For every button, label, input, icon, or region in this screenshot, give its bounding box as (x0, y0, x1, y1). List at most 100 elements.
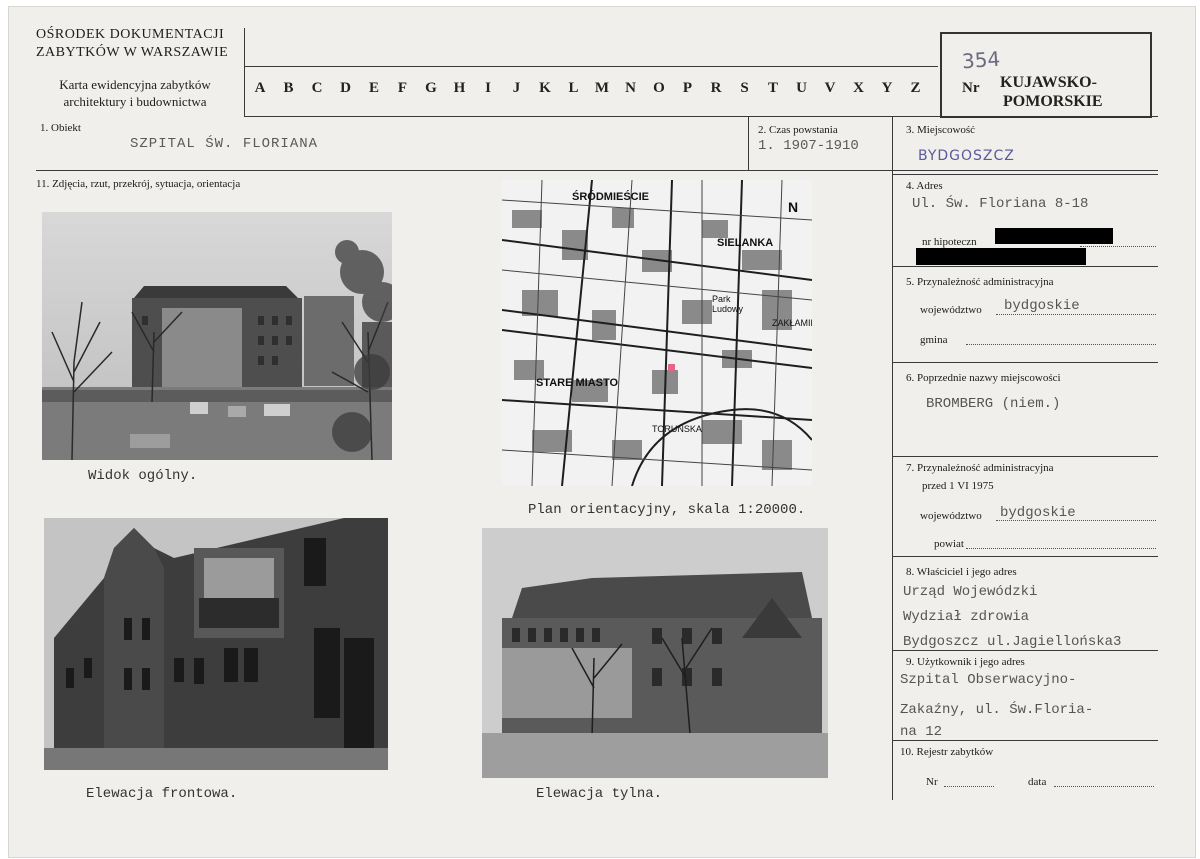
alphabet-letter: C (311, 80, 323, 96)
czas-value: 1. 1907-1910 (758, 138, 859, 154)
alphabet-letter: B (283, 80, 294, 96)
wlasciciel-line1: Urząd Wojewódzki (903, 584, 1038, 600)
alphabet-letter: L (568, 80, 579, 96)
right-column-divider (892, 116, 893, 800)
institution-line2: ZABYTKÓW W WARSZAWIE (36, 45, 229, 60)
miejscowosc-label: 3. Miejscowość (906, 124, 976, 136)
alphabet-letter: M (594, 80, 610, 96)
region-line2: POMORSKIE (1003, 93, 1103, 110)
zdjecia-label: 11. Zdjęcia, rzut, przekrój, sytuacja, o… (36, 178, 241, 190)
wojewodztwo2-line (996, 520, 1156, 521)
alphabet-letter: H (453, 80, 466, 96)
alphabet-letter: X (853, 80, 864, 96)
alphabet-top-rule (244, 66, 938, 67)
wlasciciel-line3: Bydgoszcz ul.Jagiellońska3 (903, 634, 1122, 650)
alphabet-letter: Y (881, 80, 893, 96)
alphabet-letter: P (682, 80, 693, 96)
przed1975-label: przed 1 VI 1975 (922, 480, 994, 492)
wojewodztwo-value: bydgoskie (1004, 298, 1080, 314)
alphabet-letter: N (625, 80, 636, 96)
poprzednie-label: 6. Poprzednie nazwy miejscowości (906, 372, 1061, 384)
row6-bottom-rule (892, 456, 1158, 457)
wojewodztwo-line (996, 314, 1156, 315)
caption-general-view: Widok ogólny. (88, 468, 198, 484)
alphabet-letter: V (824, 80, 836, 96)
rejestr-nr-line (944, 786, 994, 787)
hipoteczny-line (1080, 246, 1156, 247)
alphabet-letter: R (710, 80, 722, 96)
redaction-bar (995, 228, 1113, 244)
alphabet-letter: I (485, 80, 491, 96)
alphabet-letter: G (425, 80, 437, 96)
wojewodztwo2-label: województwo (920, 510, 982, 522)
map-label-torunska: TORUŃSKA (652, 424, 702, 434)
card-type-line2: architektury i budownictwa (63, 94, 207, 109)
row7-bottom-rule (892, 556, 1158, 557)
alphabet-letter: U (796, 80, 807, 96)
map-label-stare-miasto: STARE MIASTO (536, 377, 619, 389)
alphabet-letter: A (254, 80, 266, 96)
alphabet-letter: F (397, 80, 408, 96)
alphabet-letter: S (740, 80, 749, 96)
obiekt-label: 1. Obiekt (40, 122, 81, 134)
row4-bottom-rule (892, 266, 1158, 267)
rejestr-nr-label: Nr (926, 776, 938, 788)
przynaleznosc1975-label: 7. Przynależność administracyjna (906, 462, 1054, 474)
row8-bottom-rule (892, 650, 1158, 651)
hipoteczny-label: nr hipoteczn (922, 236, 977, 248)
redaction-bar (916, 248, 1086, 265)
rejestr-label: 10. Rejestr zabytków (900, 746, 994, 758)
adres-label: 4. Adres (906, 180, 943, 192)
row5-bottom-rule (892, 362, 1158, 363)
uzytkownik-line2: Zakaźny, ul. Św.Floria- (900, 702, 1094, 718)
poprzednie-value: BROMBERG (niem.) (926, 396, 1061, 412)
miejscowosc-value: BYDGOSZCZ (918, 148, 1015, 164)
map-label-zaklamies: ZAKŁAMIES (772, 318, 812, 328)
wlasciciel-line2: Wydział zdrowia (903, 609, 1030, 625)
caption-front-elevation: Elewacja frontowa. (86, 786, 238, 802)
uzytkownik-label: 9. Użytkownik i jego adres (906, 656, 1025, 668)
przynaleznosc-label: 5. Przynależność administracyjna (906, 276, 1054, 288)
handwritten-number: 354 (961, 46, 1001, 74)
photo-rear-elevation (482, 528, 828, 778)
caption-map: Plan orientacyjny, skala 1:20000. (528, 502, 806, 518)
alphabet-letter: Z (910, 80, 921, 96)
alphabet-letter: E (368, 80, 379, 96)
row1-bottom-rule (36, 170, 1158, 171)
czas-label: 2. Czas powstania (758, 124, 838, 136)
rejestr-data-label: data (1028, 776, 1047, 788)
institution-line1: OŚRODEK DOKUMENTACJI (36, 27, 225, 42)
obiekt-value: SZPITAL ŚW. FLORIANA (130, 136, 319, 152)
gmina-label: gmina (920, 334, 948, 346)
wojewodztwo2-value: bydgoskie (1000, 505, 1076, 521)
alphabet-letter: O (653, 80, 665, 96)
adres-value: Ul. Św. Floriana 8-18 (912, 196, 1089, 212)
row1-bottom-rule-right (892, 174, 1158, 175)
north-arrow-icon: N (788, 199, 798, 215)
header-divider (244, 28, 245, 116)
photo-front-elevation (44, 518, 388, 770)
alphabet-letter: J (512, 80, 521, 96)
gmina-line (966, 344, 1156, 345)
map-label-park2: Ludowy (712, 304, 744, 314)
row9-bottom-rule (892, 740, 1158, 741)
map-label-srodmiescie: ŚRÓDMIEŚCIE (572, 190, 649, 203)
wojewodztwo-label: województwo (920, 304, 982, 316)
alphabet-letter: T (767, 80, 778, 96)
photo-general-view (42, 212, 392, 460)
powiat-label: powiat (934, 538, 964, 550)
alphabet-letter: K (539, 80, 551, 96)
map-label-sielanka: SIELANKA (717, 237, 773, 249)
alphabet-letter: D (340, 80, 351, 96)
powiat-line (966, 548, 1156, 549)
region-line1: KUJAWSKO- (1000, 74, 1097, 91)
uzytkownik-line3: na 12 (900, 724, 943, 740)
orientation-map: ŚRÓDMIEŚCIE SIELANKA STARE MIASTO Park L… (502, 180, 812, 486)
wlasciciel-label: 8. Właściciel i jego adres (906, 566, 1017, 578)
caption-rear-elevation: Elewacja tylna. (536, 786, 663, 802)
uzytkownik-line1: Szpital Obserwacyjno- (900, 672, 1077, 688)
rejestr-data-line (1054, 786, 1154, 787)
row1-divider-a (748, 116, 749, 170)
nr-label: Nr (962, 80, 980, 96)
map-label-park: Park (712, 294, 731, 304)
